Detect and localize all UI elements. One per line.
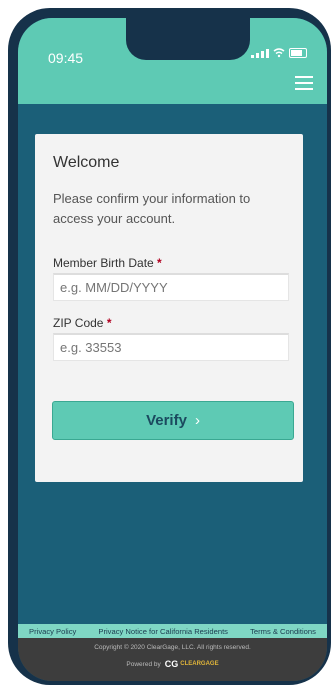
copyright-text: Copyright © 2020 ClearGage, LLC. All rig… (94, 644, 251, 651)
required-marker: * (106, 316, 112, 330)
card-title: Welcome (53, 154, 120, 171)
logo-mark: CG (164, 659, 179, 669)
footer-links: Privacy Policy Privacy Notice for Califo… (18, 624, 327, 638)
verify-button[interactable]: Verify › (52, 401, 294, 440)
zip-label: ZIP Code * (53, 316, 112, 330)
menu-icon[interactable] (295, 76, 313, 90)
phone-frame: 09:45 Welcome Please confirm your inform… (8, 8, 331, 685)
required-marker: * (157, 256, 162, 270)
notch (126, 18, 250, 60)
zip-code-input[interactable] (53, 333, 289, 361)
california-privacy-link[interactable]: Privacy Notice for California Residents (98, 627, 228, 636)
terms-link[interactable]: Terms & Conditions (250, 627, 316, 636)
birth-date-label-text: Member Birth Date (53, 256, 154, 270)
powered-by-label: Powered by (126, 660, 161, 668)
zip-label-text: ZIP Code (53, 316, 104, 330)
top-bar: 09:45 (18, 18, 327, 104)
powered-by: Powered by CG CLEARGAGE (18, 659, 327, 669)
status-icons (251, 48, 307, 58)
verify-label: Verify (146, 412, 187, 429)
main-page: Welcome Please confirm your information … (18, 104, 327, 634)
wifi-icon (273, 48, 285, 58)
card-message: Please confirm your information to acces… (53, 191, 251, 226)
cleargage-logo: CG CLEARGAGE (165, 659, 219, 669)
birth-date-input[interactable] (53, 273, 289, 301)
verification-card: Welcome Please confirm your information … (35, 134, 303, 482)
status-time: 09:45 (48, 50, 84, 66)
battery-icon (289, 48, 307, 58)
birth-date-label: Member Birth Date * (53, 256, 162, 270)
signal-icon (251, 48, 269, 58)
footer: Copyright © 2020 ClearGage, LLC. All rig… (18, 638, 327, 681)
logo-text: CLEARGAGE (180, 661, 219, 667)
screen: 09:45 Welcome Please confirm your inform… (18, 18, 327, 681)
chevron-right-icon: › (194, 412, 200, 429)
privacy-policy-link[interactable]: Privacy Policy (29, 627, 76, 636)
